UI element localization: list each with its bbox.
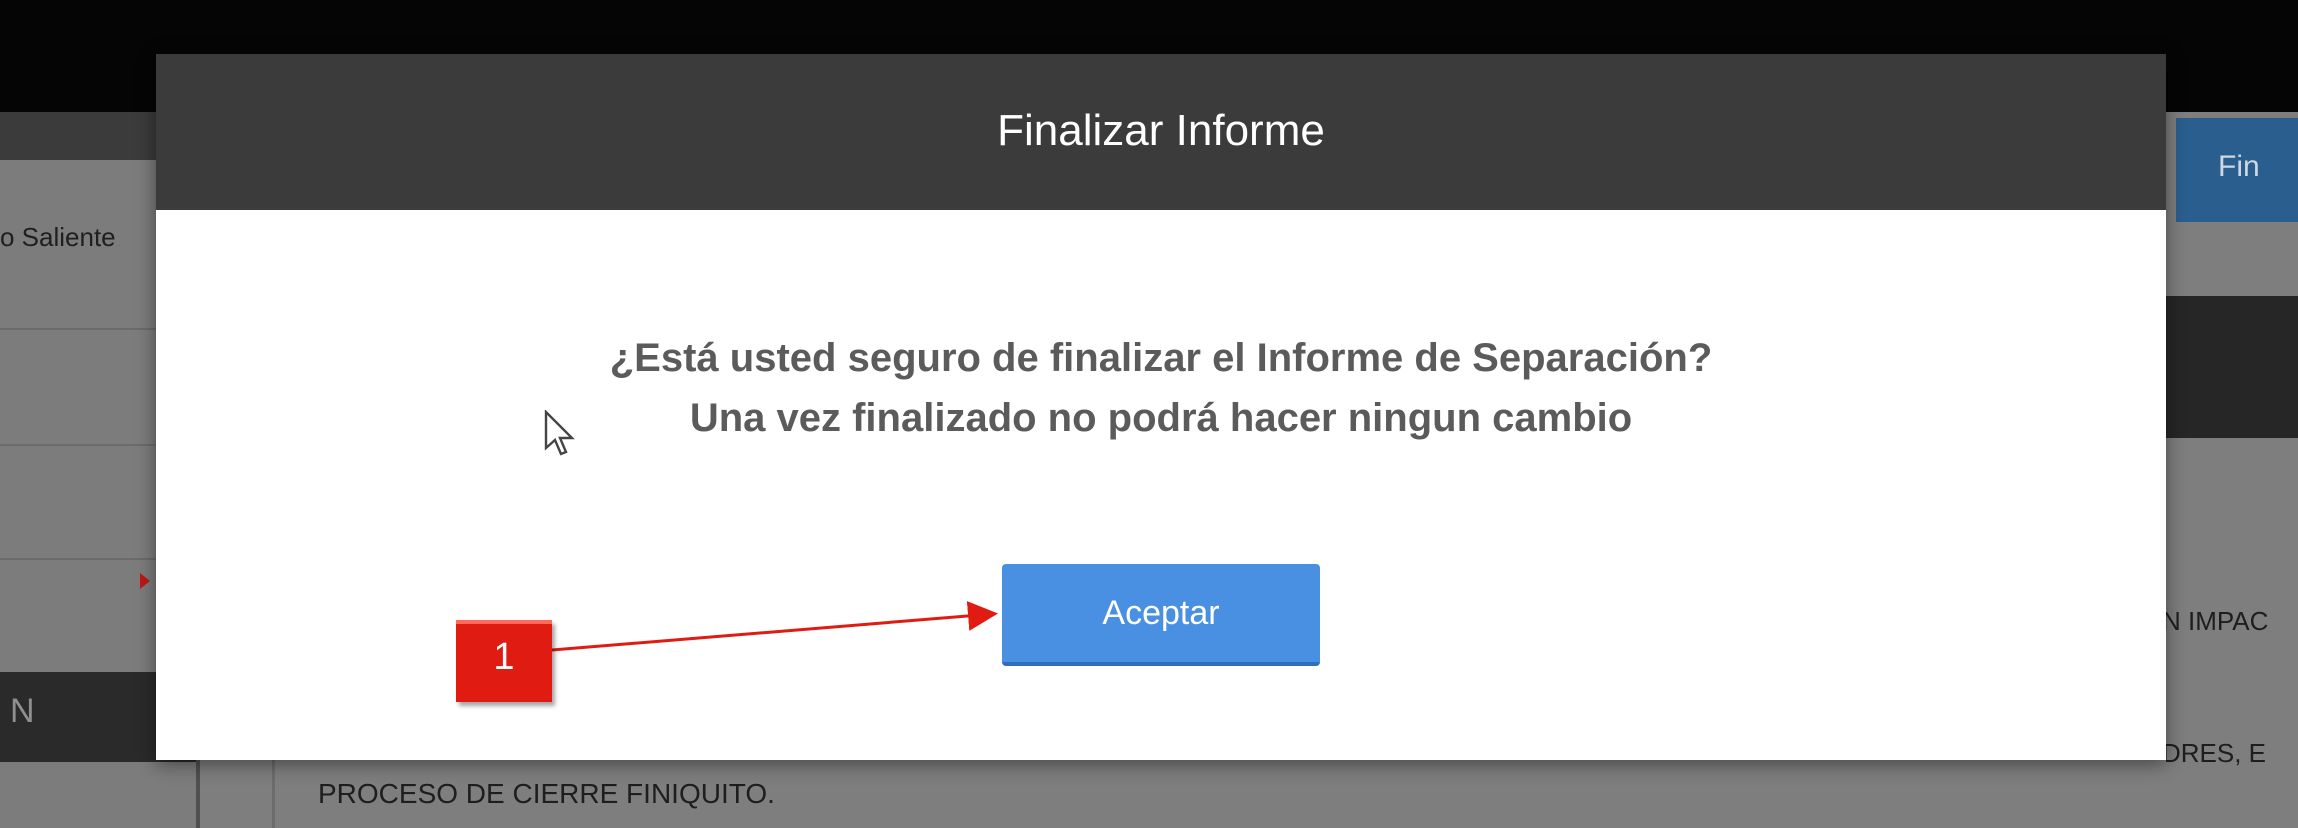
- step-number: 1: [493, 636, 515, 678]
- annotation-arrow: [551, 601, 998, 652]
- step-marker: 1: [456, 620, 552, 702]
